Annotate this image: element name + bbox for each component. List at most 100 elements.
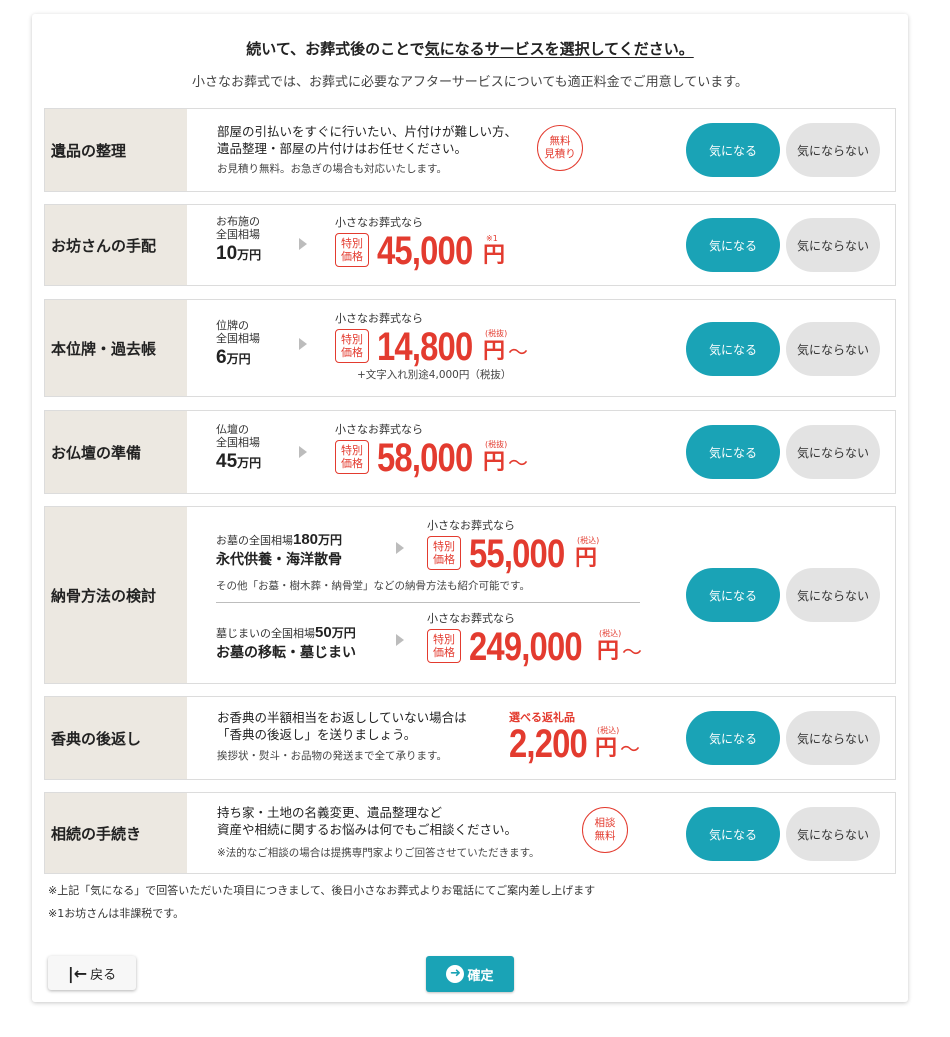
tilde-mark: 〜 (622, 640, 642, 664)
average-price: 45万円 (216, 451, 262, 472)
average-label: 位牌の (216, 319, 249, 332)
yes-button-kouden[interactable]: 気になる (686, 711, 780, 765)
no-button-souzoku[interactable]: 気にならない (786, 807, 880, 861)
tax-note: (税抜) (485, 440, 508, 449)
yen-unit: 円 (597, 639, 620, 664)
description-line: 遺品整理・部屋の片付けはお任せください。 (217, 141, 468, 156)
service-row-souzoku: 相続の手続き 持ち家・土地の名義変更、遺品整理など 資産や相続に関するお悩みは何… (44, 792, 896, 874)
special-price-tag: 特別 価格 (427, 629, 461, 663)
special-price-tag: 特別 価格 (335, 233, 369, 267)
back-button[interactable]: |← 戻る (48, 956, 136, 990)
arrow-right-icon (396, 634, 404, 646)
service-row-butsudan: お仏壇の準備 仏壇の 全国相場 45万円 小さなお葬式なら 特別 価格 58,0… (44, 410, 896, 494)
sub-service-title: お墓の移転・墓じまい (216, 645, 356, 661)
arrow-right-icon (299, 338, 307, 350)
service-label: お仏壇の準備 (45, 411, 187, 493)
free-consultation-stamp: 相談 無料 (582, 807, 628, 853)
average-price: お墓の全国相場180万円 (216, 531, 343, 548)
arrow-right-icon (299, 238, 307, 250)
nara-label: 小さなお葬式なら (335, 216, 423, 229)
special-price: 58,000 (377, 436, 473, 480)
description-note: ※法的なご相談の場合は提携専門家よりご回答させていただきます。 (217, 847, 540, 859)
page-subtitle: 小さなお葬式では、お葬式に必要なアフターサービスについても適正料金でご用意してい… (191, 75, 748, 90)
no-button-butsudan[interactable]: 気にならない (786, 425, 880, 479)
back-button-label: 戻る (90, 967, 117, 983)
service-label: 本位牌・過去帳 (45, 300, 187, 396)
service-label: お坊さんの手配 (45, 205, 187, 285)
back-arrow-icon: |← (67, 963, 88, 983)
no-button-noukotsu[interactable]: 気にならない (786, 568, 880, 622)
description-line: 資産や相続に関するお悩みは何でもご相談ください。 (217, 822, 518, 837)
yen-unit: 円 (483, 339, 506, 364)
special-price-tag: 特別 価格 (427, 536, 461, 570)
special-price-tag: 特別 価格 (335, 440, 369, 474)
average-price: 10万円 (216, 243, 262, 264)
service-row-obou: お坊さんの手配 お布施の 全国相場 10万円 小さなお葬式なら 特別 価格 45… (44, 204, 896, 286)
yes-button-noukotsu[interactable]: 気になる (686, 568, 780, 622)
arrow-right-icon (396, 542, 404, 554)
service-label: 相続の手続き (45, 793, 187, 873)
yen-unit: 円 (483, 243, 506, 268)
service-row-ihin: 遺品の整理 部屋の引払いをすぐに行いたい、片付けが難しい方、 遺品整理・部屋の片… (44, 108, 896, 192)
yen-unit: 円 (595, 736, 618, 761)
average-label: 全国相場 (216, 228, 260, 241)
description-line: 部屋の引払いをすぐに行いたい、片付けが難しい方、 (217, 124, 518, 139)
service-row-noukotsu: 納骨方法の検討 お墓の全国相場180万円 永代供養・海洋散骨 小さなお葬式なら … (44, 506, 896, 684)
price-footnote-mark: ※1 (486, 234, 498, 243)
gift-price: 2,200 (509, 722, 588, 766)
confirm-button[interactable]: ➜ 確定 (426, 956, 514, 992)
yen-unit: 円 (483, 450, 506, 475)
page-title: 続いて、お葬式後のことで気になるサービスを選択してください。 (246, 40, 694, 58)
tax-note: (税込) (577, 536, 600, 545)
free-estimate-stamp: 無料 見積り (537, 125, 583, 171)
description-line: 持ち家・土地の名義変更、遺品整理など (217, 805, 443, 820)
sub-service-title: 永代供養・海洋散骨 (216, 552, 342, 568)
service-row-ihai: 本位牌・過去帳 位牌の 全国相場 6万円 小さなお葬式なら 特別 価格 14,8… (44, 299, 896, 397)
tilde-mark: 〜 (508, 340, 528, 364)
yes-button-souzoku[interactable]: 気になる (686, 807, 780, 861)
average-price: 6万円 (216, 347, 251, 368)
service-row-kouden: 香典の後返し お香典の半額相当をお返ししていない場合は 「香典の後返し」を送りま… (44, 696, 896, 780)
description-line: 「香典の後返し」を送りましょう。 (217, 727, 417, 742)
average-label: 仏壇の (216, 423, 249, 436)
confirm-button-label: 確定 (467, 968, 494, 984)
description-line: お香典の半額相当をお返ししていない場合は (217, 710, 467, 725)
special-price: 249,000 (469, 625, 583, 669)
no-button-kouden[interactable]: 気にならない (786, 711, 880, 765)
sub-service-note: その他「お墓・樹木葬・納骨堂」などの納骨方法も紹介可能です。 (216, 580, 530, 592)
special-price: 55,000 (469, 532, 565, 576)
tilde-mark: 〜 (620, 737, 640, 761)
special-price: 45,000 (377, 229, 473, 273)
yes-button-ihai[interactable]: 気になる (686, 322, 780, 376)
special-price-tag: 特別 価格 (335, 329, 369, 363)
tilde-mark: 〜 (508, 451, 528, 475)
service-label: 香典の後返し (45, 697, 187, 779)
footnote: ※上記「気になる」で回答いただいた項目につきまして、後日小さなお葬式よりお電話に… (48, 884, 596, 897)
arrow-right-icon (299, 446, 307, 458)
yes-button-butsudan[interactable]: 気になる (686, 425, 780, 479)
nara-label: 小さなお葬式なら (335, 312, 423, 325)
average-label: 全国相場 (216, 436, 260, 449)
description-note: お見積り無料。お急ぎの場合も対応いたします。 (217, 163, 447, 175)
tax-note: (税込) (597, 726, 620, 735)
description-note: 挨拶状・熨斗・お品物の発送まで全て承ります。 (217, 750, 447, 762)
footnote: ※1お坊さんは非課税です。 (48, 907, 185, 920)
no-button-obou[interactable]: 気にならない (786, 218, 880, 272)
tax-note: (税込) (599, 629, 622, 638)
yes-button-obou[interactable]: 気になる (686, 218, 780, 272)
divider (216, 602, 640, 603)
nara-label: 小さなお葬式なら (335, 423, 423, 436)
yen-unit: 円 (575, 546, 598, 571)
average-label: お布施の (216, 215, 260, 228)
nara-label: 小さなお葬式なら (427, 612, 515, 625)
no-button-ihin[interactable]: 気にならない (786, 123, 880, 177)
special-price: 14,800 (377, 325, 473, 369)
service-selection-card: 続いて、お葬式後のことで気になるサービスを選択してください。 小さなお葬式では、… (32, 14, 908, 1002)
arrow-circle-right-icon: ➜ (446, 965, 465, 983)
nara-label: 小さなお葬式なら (427, 519, 515, 532)
no-button-ihai[interactable]: 気にならない (786, 322, 880, 376)
tax-note: (税抜) (485, 329, 508, 338)
average-price: 墓じまいの全国相場50万円 (216, 624, 356, 641)
yes-button-ihin[interactable]: 気になる (686, 123, 780, 177)
extra-fee-note: +文字入れ別途4,000円（税抜） (357, 369, 512, 381)
